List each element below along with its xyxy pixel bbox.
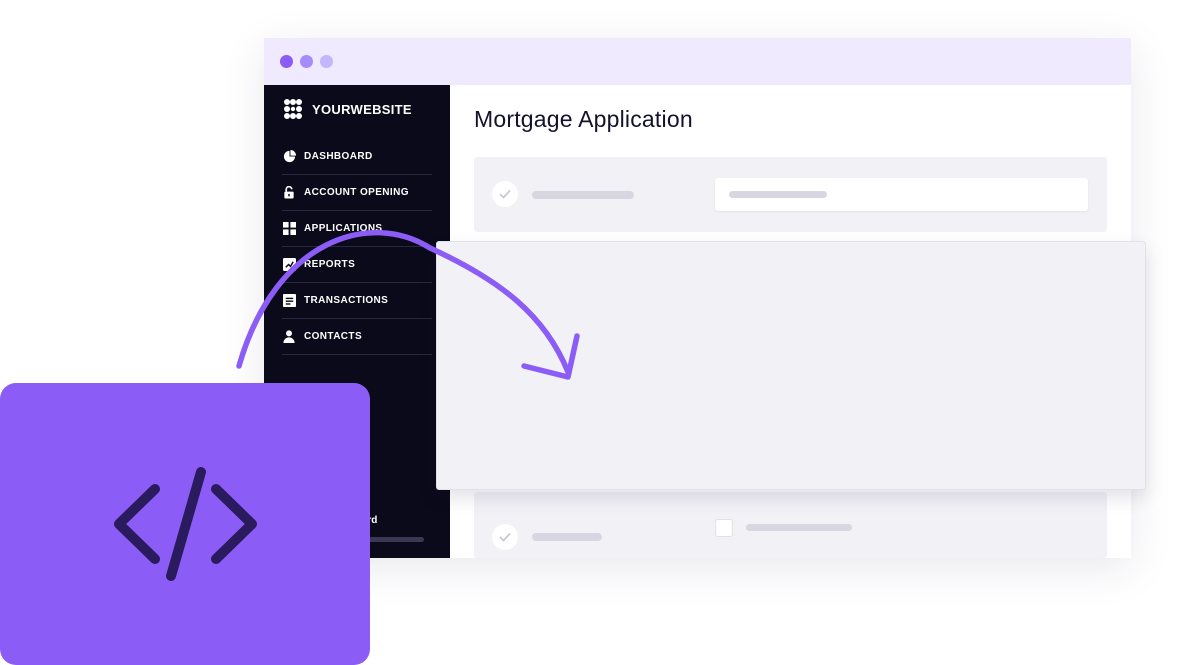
sidebar-item-reports[interactable]: REPORTS [282, 247, 432, 283]
sidebar-nav: DASHBOARD ACCOUNT OPENING APPLICATIONS R… [282, 139, 432, 355]
label-placeholder [532, 533, 602, 541]
sidebar-item-label: DASHBOARD [304, 151, 373, 162]
page-title: Mortgage Application [474, 106, 693, 132]
illustration-stage: YOURWEBSITE DASHBOARD ACCOUNT OPENING AP… [0, 0, 1200, 665]
form-row-top [474, 157, 1107, 232]
chart-icon [282, 258, 296, 272]
code-badge [0, 383, 370, 665]
sidebar-item-label: APPLICATIONS [304, 223, 383, 234]
floating-card[interactable] [436, 241, 1146, 490]
checkbox-label-placeholder [746, 524, 852, 531]
pie-chart-icon [282, 150, 296, 164]
user-icon [282, 330, 296, 344]
sidebar-item-dashboard[interactable]: DASHBOARD [282, 139, 432, 175]
sidebar-item-account-opening[interactable]: ACCOUNT OPENING [282, 175, 432, 211]
checkbox[interactable] [715, 519, 733, 537]
check-icon[interactable] [492, 181, 518, 207]
minimize-dot[interactable] [300, 55, 313, 68]
brand[interactable]: YOURWEBSITE [282, 97, 412, 121]
receipt-icon [282, 294, 296, 308]
sidebar-item-label: TRANSACTIONS [304, 295, 389, 306]
form-row-bottom [474, 492, 1107, 558]
check-icon[interactable] [492, 524, 518, 550]
grid-icon [282, 222, 296, 236]
window-titlebar [264, 38, 1131, 85]
sidebar-item-label: ACCOUNT OPENING [304, 187, 409, 198]
brand-logo-icon [284, 99, 302, 119]
sidebar-item-transactions[interactable]: TRANSACTIONS [282, 283, 432, 319]
sidebar-item-applications[interactable]: APPLICATIONS [282, 211, 432, 247]
input-value-placeholder [729, 191, 827, 198]
sidebar-item-label: CONTACTS [304, 331, 363, 342]
label-placeholder [532, 191, 634, 199]
code-icon [114, 467, 257, 581]
unlock-icon [282, 186, 296, 200]
close-dot[interactable] [280, 55, 293, 68]
brand-name: YOURWEBSITE [312, 101, 412, 117]
sidebar-item-contacts[interactable]: CONTACTS [282, 319, 432, 355]
input-field-placeholder[interactable] [715, 178, 1088, 211]
sidebar-item-label: REPORTS [304, 259, 356, 270]
maximize-dot[interactable] [320, 55, 333, 68]
